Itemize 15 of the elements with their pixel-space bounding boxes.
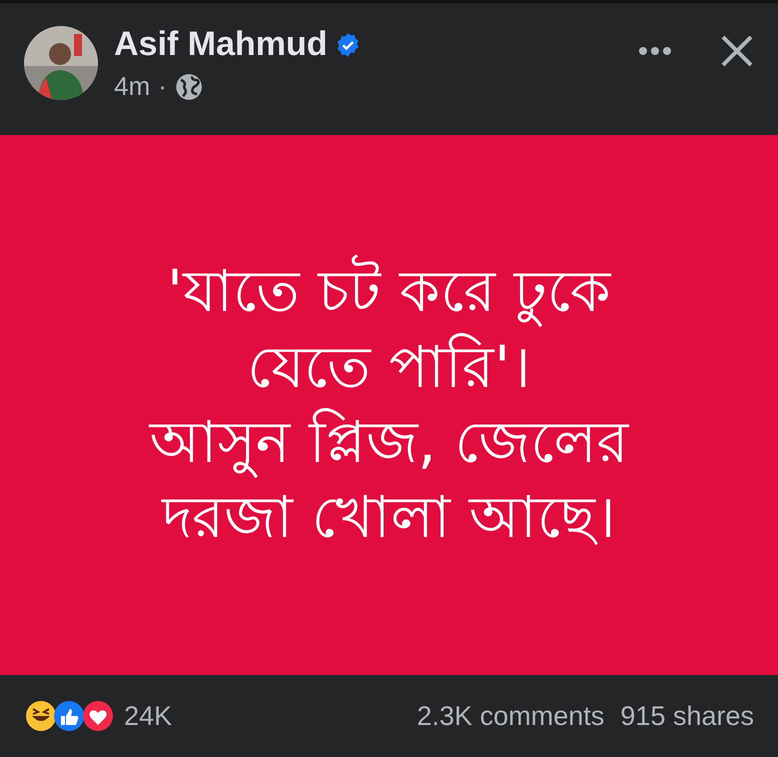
post-time[interactable]: 4m	[114, 67, 150, 106]
reaction-count[interactable]: 24K	[124, 696, 172, 736]
post-text-line: 'যাতে চট করে ঢুকে	[166, 254, 612, 330]
share-count[interactable]: 915 shares	[620, 696, 754, 736]
separator: ·	[158, 70, 167, 104]
post-text-line: যেতে পারি'।	[246, 332, 532, 403]
reactions-icon	[24, 699, 116, 733]
comment-count[interactable]: 2.3K comments	[416, 696, 604, 736]
post-text-line: দরজা খোলা আছে।	[162, 482, 616, 554]
author-name[interactable]: Asif Mahmud	[114, 26, 328, 64]
globe-icon	[174, 72, 203, 101]
post-text-line: আসুন প্লিজ, জেলের	[149, 407, 629, 480]
close-button[interactable]	[720, 34, 754, 68]
more-options-button[interactable]	[638, 46, 672, 56]
verified-badge-icon	[335, 32, 362, 58]
